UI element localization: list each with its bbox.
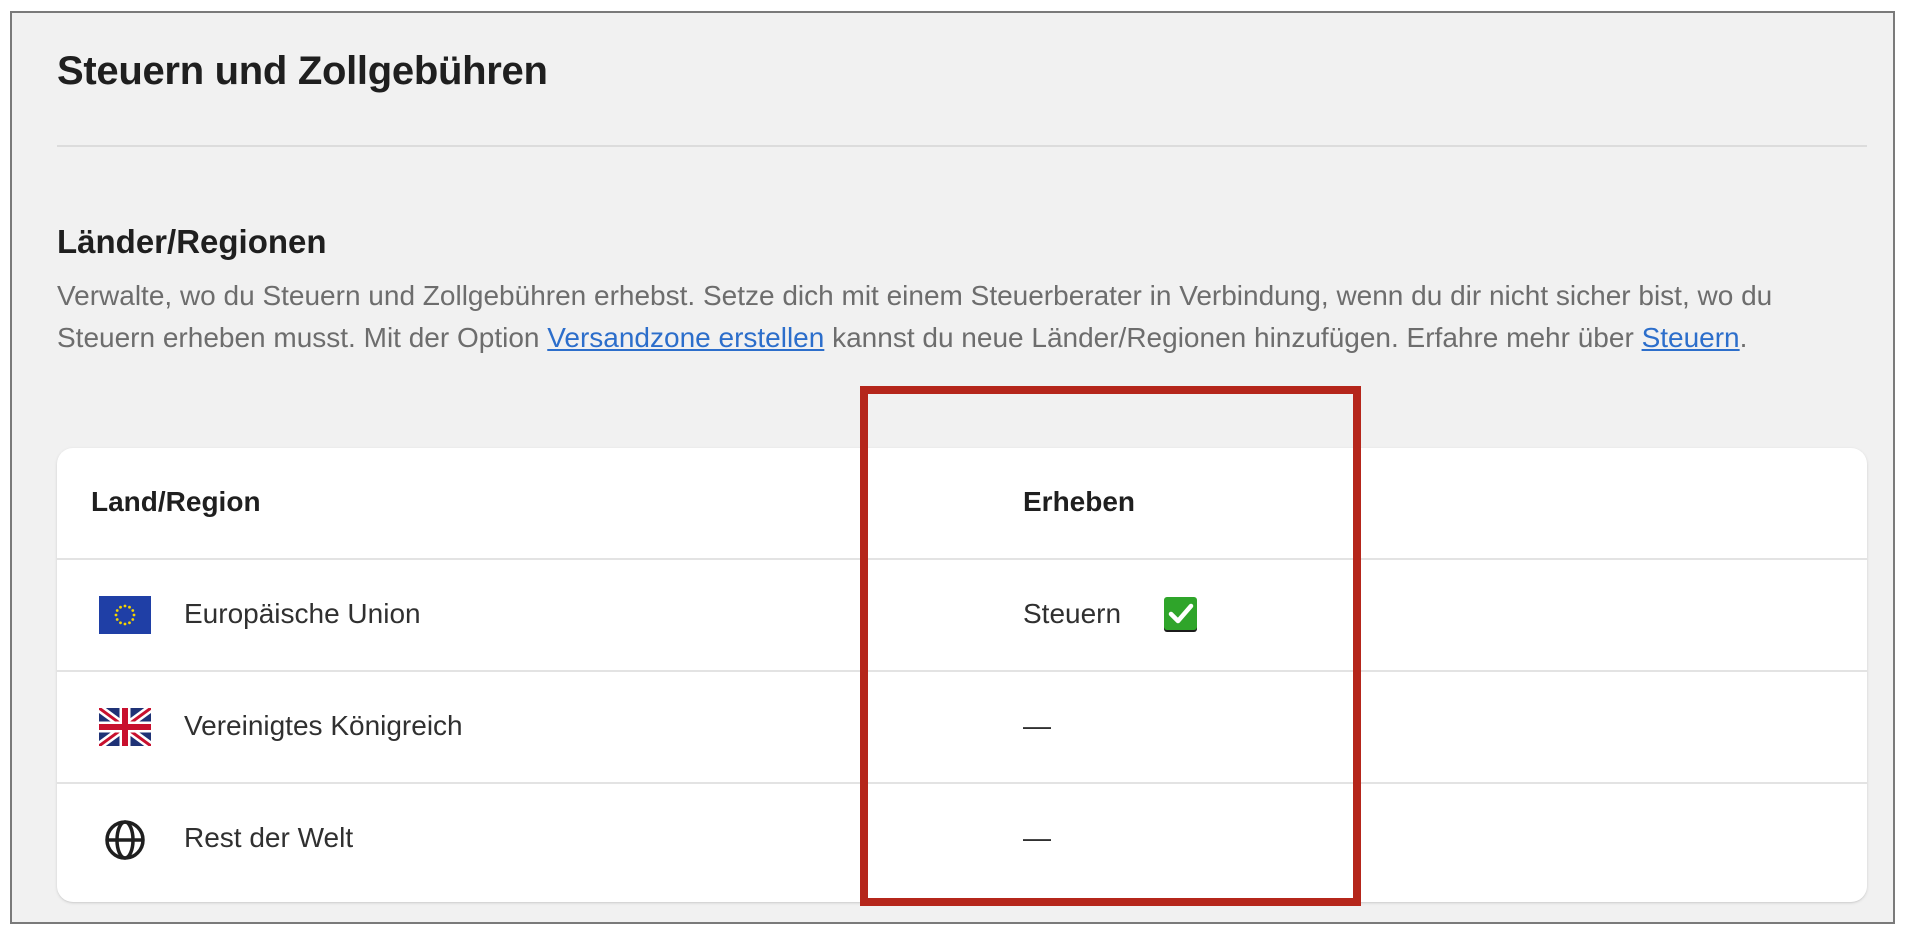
page-title: Steuern und Zollgebühren [57, 49, 548, 93]
section-description: Verwalte, wo du Steuern und Zollgebühren… [57, 275, 1837, 359]
description-text: kannst du neue Länder/Regionen hinzufüge… [824, 322, 1642, 353]
create-shipping-zone-link[interactable]: Versandzone erstellen [547, 322, 824, 353]
divider [57, 145, 1867, 147]
uk-flag-icon [99, 708, 151, 746]
taxes-help-link[interactable]: Steuern [1642, 322, 1740, 353]
country-name: Vereinigtes Königreich [184, 710, 463, 741]
globe-icon [105, 820, 145, 860]
collect-column-highlight [860, 386, 1361, 906]
country-name: Europäische Union [184, 598, 421, 629]
description-end: . [1739, 322, 1748, 353]
column-header-country: Land/Region [91, 486, 261, 517]
country-name: Rest der Welt [184, 822, 354, 853]
section-title: Länder/Regionen [57, 223, 327, 260]
eu-flag-icon [99, 596, 151, 634]
